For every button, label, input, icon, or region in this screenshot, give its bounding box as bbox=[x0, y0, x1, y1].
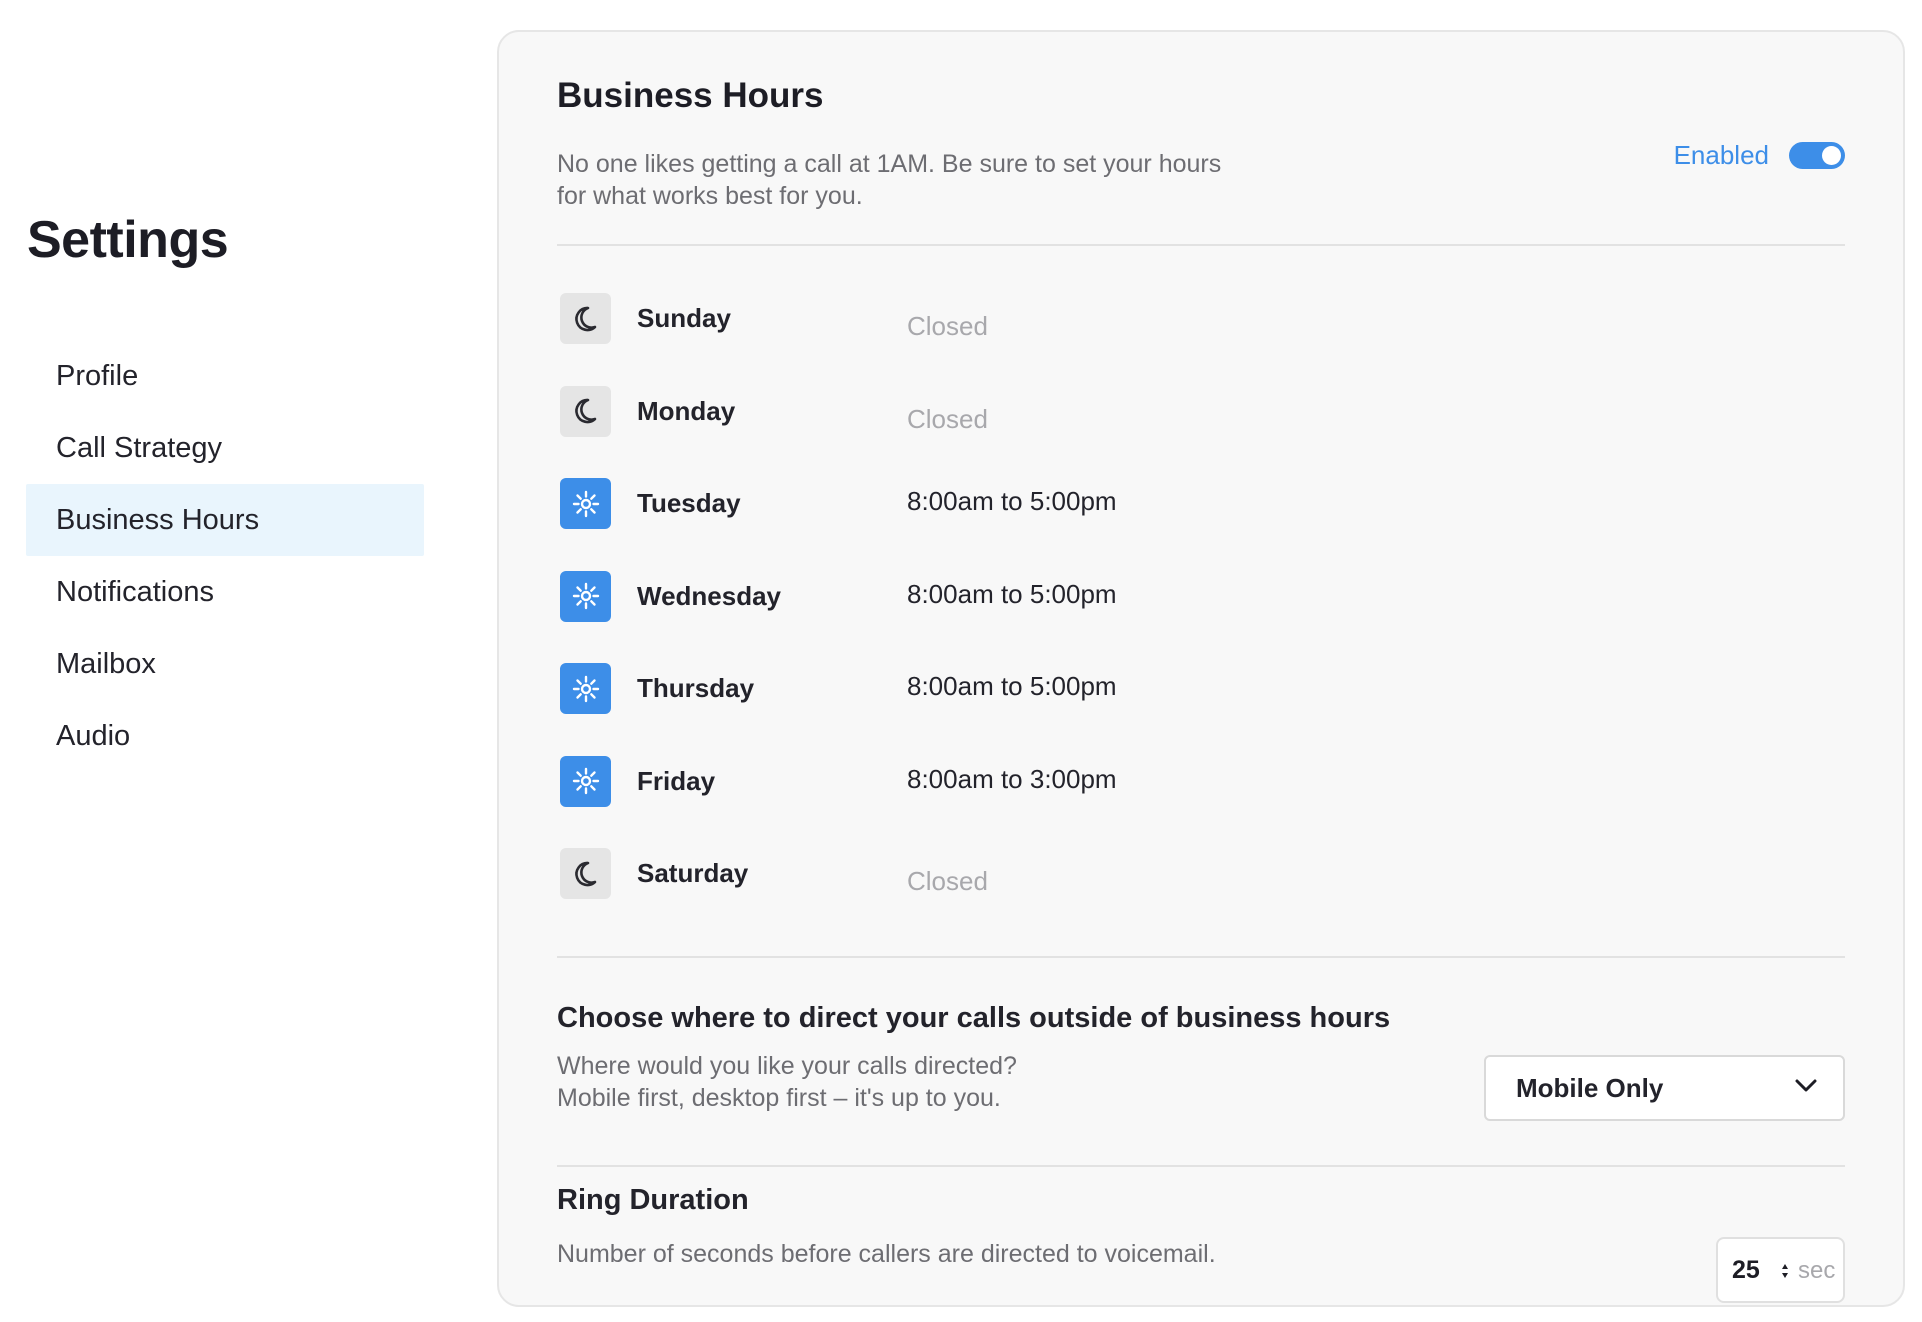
enabled-toggle[interactable] bbox=[1789, 142, 1845, 169]
day-name: Tuesday bbox=[637, 488, 741, 518]
divider bbox=[557, 956, 1845, 958]
sidebar-item-call-strategy[interactable]: Call Strategy bbox=[26, 412, 424, 484]
day-hours[interactable]: Closed bbox=[907, 311, 988, 342]
day-name: Friday bbox=[637, 765, 716, 796]
day-row-sunday[interactable]: Sunday Closed bbox=[557, 287, 1845, 380]
ring-duration-unit: sec bbox=[1798, 1257, 1836, 1284]
sidebar-item-profile[interactable]: Profile bbox=[26, 340, 424, 412]
day-hours[interactable]: 8:00am to 5:00pm bbox=[907, 579, 1117, 610]
day-row-monday[interactable]: Monday Closed bbox=[557, 380, 1845, 473]
sidebar-item-business-hours[interactable]: Business Hours bbox=[26, 484, 424, 556]
chevron-down-icon bbox=[1795, 1079, 1817, 1092]
sun-icon bbox=[560, 478, 611, 529]
day-name: Thursday bbox=[637, 673, 755, 703]
day-row-tuesday[interactable]: Tuesday 8:00am to 5:00pm bbox=[557, 472, 1845, 565]
moon-icon bbox=[560, 848, 611, 899]
day-row-wednesday[interactable]: Wednesday 8:00am to 5:00pm bbox=[557, 565, 1845, 658]
sun-icon bbox=[560, 663, 611, 714]
day-name: Monday bbox=[637, 395, 736, 426]
moon-icon bbox=[560, 385, 611, 437]
ring-duration-value: 25 bbox=[1732, 1256, 1760, 1284]
divider bbox=[557, 244, 1845, 246]
settings-page: Settings Profile Call Strategy Business … bbox=[0, 0, 1922, 1322]
business-hours-card: Business Hours No one likes getting a ca… bbox=[497, 30, 1905, 1307]
day-row-friday[interactable]: Friday 8:00am to 3:00pm bbox=[557, 750, 1845, 843]
stepper-arrows-icon[interactable] bbox=[1780, 1261, 1790, 1281]
day-hours[interactable]: 8:00am to 3:00pm bbox=[907, 764, 1117, 795]
days-list: Sunday Closed Monday Closed Tuesday 8:00am to… bbox=[557, 287, 1845, 935]
sidebar-item-notifications[interactable]: Notifications bbox=[26, 556, 424, 628]
ring-duration-description: Number of seconds before callers are dir… bbox=[557, 1240, 1216, 1268]
after-hours-description-line1: Where would you like your calls directed… bbox=[557, 1052, 1017, 1080]
ring-duration-title: Ring Duration bbox=[557, 1184, 749, 1216]
day-row-thursday[interactable]: Thursday 8:00am to 5:00pm bbox=[557, 657, 1845, 750]
after-hours-title: Choose where to direct your calls outsid… bbox=[557, 1002, 1391, 1034]
day-name: Sunday bbox=[637, 303, 731, 333]
day-name: Wednesday bbox=[637, 580, 782, 611]
moon-icon bbox=[560, 293, 611, 344]
call-direction-select[interactable]: Mobile Only bbox=[1484, 1055, 1845, 1121]
day-hours[interactable]: Closed bbox=[907, 404, 988, 435]
day-hours[interactable]: Closed bbox=[907, 866, 988, 897]
day-row-saturday[interactable]: Saturday Closed bbox=[557, 842, 1845, 935]
enabled-control: Enabled bbox=[1674, 140, 1845, 171]
page-title: Settings bbox=[27, 211, 229, 269]
call-direction-value: Mobile Only bbox=[1516, 1072, 1664, 1103]
card-description: No one likes getting a call at 1AM. Be s… bbox=[557, 150, 1222, 210]
sun-icon bbox=[560, 570, 611, 622]
toggle-knob bbox=[1822, 146, 1841, 165]
divider bbox=[557, 1165, 1845, 1167]
day-name: Saturday bbox=[637, 858, 749, 888]
after-hours-description-line2: Mobile first, desktop first – it's up to… bbox=[557, 1084, 1001, 1112]
settings-nav: Profile Call Strategy Business Hours Not… bbox=[26, 340, 424, 772]
sun-icon bbox=[560, 755, 611, 807]
settings-sidebar: Settings Profile Call Strategy Business … bbox=[26, 0, 426, 1322]
enabled-label: Enabled bbox=[1673, 140, 1769, 170]
day-hours[interactable]: 8:00am to 5:00pm bbox=[907, 671, 1117, 702]
ring-duration-stepper[interactable]: 25 sec bbox=[1716, 1237, 1845, 1303]
sidebar-item-mailbox[interactable]: Mailbox bbox=[26, 628, 424, 700]
day-hours[interactable]: 8:00am to 5:00pm bbox=[907, 486, 1117, 517]
card-title: Business Hours bbox=[557, 76, 824, 115]
sidebar-item-audio[interactable]: Audio bbox=[26, 700, 424, 772]
